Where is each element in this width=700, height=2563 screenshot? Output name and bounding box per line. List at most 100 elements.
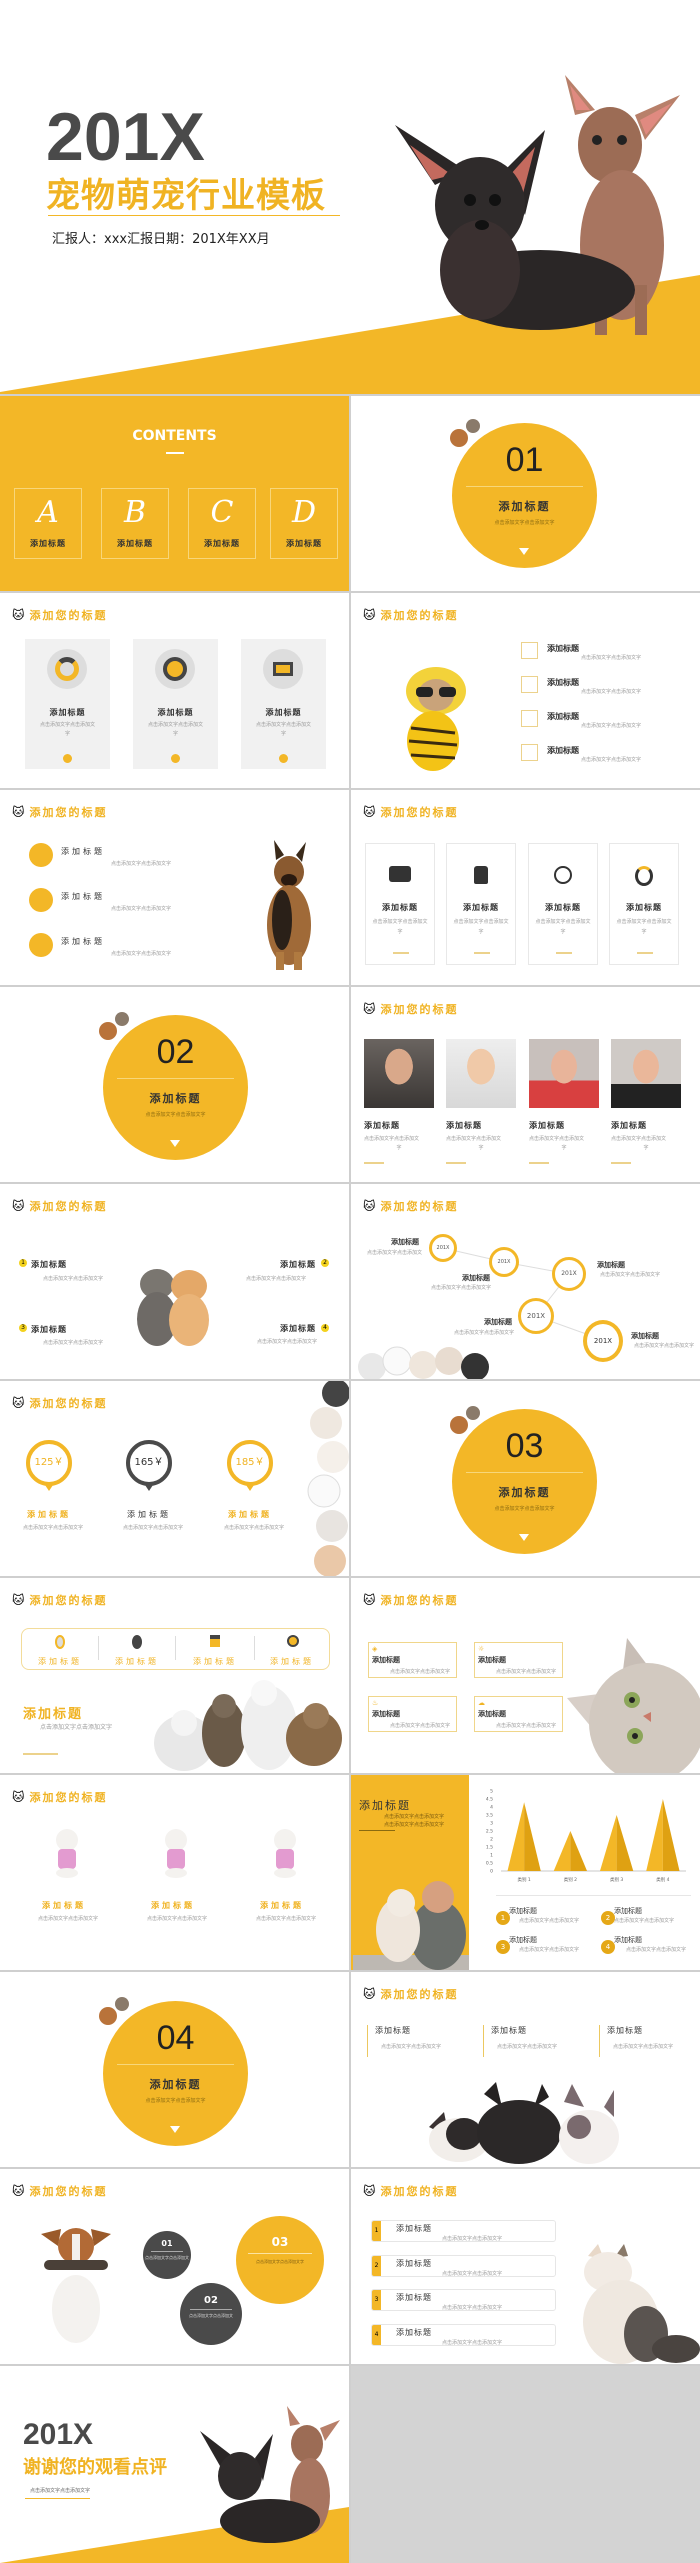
poodle-photo (56, 1829, 78, 1878)
kittens-tabs-slide[interactable]: 🐱 添加您的标题 添加标题 添加标题 添加标题 添加标题 添加标题 点击添加文字点… (0, 1578, 349, 1773)
row-number: 3 (372, 2290, 381, 2310)
slide-title: 添加您的标题 (380, 1003, 459, 1016)
section-number: 04 (156, 2019, 195, 2057)
row-number: 1 (372, 2221, 381, 2241)
chart-slide[interactable]: 添加标题 点击添加文字点击添加文字 点击添加文字点击添加文字 0 0.5 1 1.5 2… (351, 1775, 700, 1970)
card-text: 字 (64, 731, 70, 737)
contents-item-c[interactable]: C 添加标题 (188, 488, 256, 559)
member-text: 字 (478, 1145, 484, 1151)
cat-mascot-icon: 🐱 (363, 1987, 376, 2001)
price-text: 点击添加文字点击添加文字 (224, 1525, 285, 1531)
numbered-list-slide[interactable]: 🐱 添加您的标题 1 添加标题 点击添加文字点击添加文字 2 添加标题 点击添加文… (351, 2169, 700, 2364)
chihuahua-dogs-photo (200, 2406, 340, 2543)
empty-slot (351, 2366, 700, 2563)
shepherd-list-slide[interactable]: 🐱 添加您的标题 添加标题 点击添加文字点击添加文字 添加标题 点击添加文字点击添… (0, 790, 349, 985)
legend-title: 添加标题 (509, 1907, 537, 1915)
play-icon[interactable] (171, 754, 180, 763)
contents-item-d[interactable]: D 添加标题 (270, 488, 338, 559)
timeline-node[interactable]: 201X (429, 1234, 457, 1262)
team-member[interactable]: 添加标题 点击添加文字点击添加文 字 (364, 1039, 434, 1164)
bulldogs-slide[interactable]: 🐱 添加您的标题 添加标题 点击添加文字点击添加文字 添加标题 点击添加文字点击添… (351, 1972, 700, 2167)
timeline-node[interactable]: 201X (518, 1298, 554, 1334)
kittens-four-points-slide[interactable]: 🐱 添加您的标题 1 添加标题 点击添加文字点击添加文字 添加标题 2 点击添加文… (0, 1184, 349, 1379)
bubble-01[interactable]: 01 点击添加文字点击添加文 (143, 2231, 191, 2279)
price-pin[interactable]: 165￥ (126, 1440, 172, 1486)
timeline-node[interactable]: 201X (489, 1247, 519, 1277)
column-item[interactable]: 添加标题 点击添加文字点击添加文字 (483, 2025, 557, 2057)
palette-icon (521, 642, 538, 659)
bubbles-slide[interactable]: 🐱 添加您的标题 01 点击添加文字点击添加文 02 点击添加文字点击添加文 03… (0, 2169, 349, 2364)
section-03-slide[interactable]: 03 添加标题 点击添加文字点击添加文字 (351, 1381, 700, 1576)
dog-list-slide[interactable]: 🐱 添加您的标题 添加标题 点击添加文字点击添加文字 添加标题 点击添加文字点击添… (351, 593, 700, 788)
team-member[interactable]: 添加标题 点击添加文字点击添加文 字 (446, 1039, 516, 1164)
slide-header: 🐱 添加您的标题 (12, 1592, 108, 1608)
persian-cat-photo (583, 2244, 700, 2364)
cat-mascot-icon: 🐱 (12, 2184, 25, 2198)
team-slide[interactable]: 🐱 添加您的标题 添加标题 点击添加文字点击添加文 字 添加标题 点击添加文字点击… (351, 987, 700, 1182)
y-tick-label: 4.5 (486, 1797, 493, 1803)
cover-slide[interactable]: 201X 宠物萌宠行业模板 汇报人：xxx汇报日期：201X年XX月 (0, 0, 700, 394)
list-row[interactable]: 4 添加标题 点击添加文字点击添加文字 (371, 2324, 556, 2346)
pyramid-bar-right (570, 1831, 588, 1871)
list-row[interactable]: 3 添加标题 点击添加文字点击添加文字 (371, 2289, 556, 2311)
info-box[interactable]: ☁ 添加标题 点击添加文字点击添加文字 (474, 1696, 563, 1732)
accent-bar (637, 952, 653, 954)
y-tick-label: 1.5 (486, 1845, 493, 1851)
price-pin[interactable]: 125￥ (26, 1440, 72, 1486)
four-cards-slide[interactable]: 🐱 添加您的标题 添加标题 点击添加文字点击添加文 字 添加标题 点击添加文字点击… (351, 790, 700, 985)
team-member[interactable]: 添加标题 点击添加文字点击添加文 字 (611, 1039, 681, 1164)
info-box[interactable]: ◈ 添加标题 点击添加文字点击添加文字 (368, 1642, 457, 1678)
info-box[interactable]: ☼ 添加标题 点击添加文字点击添加文字 (474, 1642, 563, 1678)
info-box[interactable]: ♨ 添加标题 点击添加文字点击添加文字 (368, 1696, 457, 1732)
pricing-slide[interactable]: 🐱 添加您的标题 125￥ 添加标题 点击添加文字点击添加文字 165￥ 添加标题… (0, 1381, 349, 1576)
divider (190, 2309, 232, 2310)
three-cards-slide[interactable]: 🐱 添加您的标题 添加标题 点击添加文字点击添加文 字 添加标题 点击添加文字点击… (0, 593, 349, 788)
feature-card[interactable]: 添加标题 点击添加文字点击添加文 字 (241, 639, 326, 769)
feature-card[interactable]: 添加标题 点击添加文字点击添加文 字 (365, 843, 435, 965)
contents-item-a[interactable]: A 添加标题 (14, 488, 82, 559)
item-title: 添加标题 (547, 712, 579, 721)
feature-card[interactable]: 添加标题 点击添加文字点击添加文 字 (446, 843, 516, 965)
feature-card[interactable]: 添加标题 点击添加文字点击添加文 字 (133, 639, 218, 769)
search-icon (521, 676, 538, 693)
feature-card[interactable]: 添加标题 点击添加文字点击添加文 字 (609, 843, 679, 965)
divider (151, 2251, 183, 2252)
thank-you-slide[interactable]: 201X 谢谢您的观看点评 点击添加文字点击添加文字 (0, 2366, 349, 2563)
section-04-slide[interactable]: 04 添加标题 点击添加文字点击添加文字 (0, 1972, 349, 2167)
pyramid-bar-left (599, 1815, 617, 1871)
timeline-slide[interactable]: 🐱 添加您的标题 201X 201X 201X 201X 201X 添加标题 点击… (351, 1184, 700, 1379)
dog-in-yellow-costume-photo (406, 667, 466, 771)
bubble-03[interactable]: 03 点击添加文字点击添加文字 (236, 2216, 324, 2304)
feature-title: 添加标题 (23, 1707, 84, 1722)
section-02-slide[interactable]: 02 添加标题 点击添加文字点击添加文字 (0, 987, 349, 1182)
cover-reporter: 汇报人：xxx汇报日期：201X年XX月 (52, 232, 270, 247)
timeline-node[interactable]: 201X (583, 1320, 623, 1362)
contents-underline (166, 452, 184, 454)
bubble-02[interactable]: 02 点击添加文字点击添加文 (180, 2283, 242, 2345)
column-item[interactable]: 添加标题 点击添加文字点击添加文字 (599, 2025, 673, 2057)
column-item[interactable]: 添加标题 点击添加文字点击添加文字 (367, 2025, 441, 2057)
contents-item-b[interactable]: B 添加标题 (101, 488, 169, 559)
play-icon[interactable] (63, 754, 72, 763)
divider (496, 1895, 691, 1896)
section-01-slide[interactable]: 01 添加标题 点击添加文字点击添加文字 (351, 396, 700, 591)
cat-mascot-icon: 🐱 (12, 1593, 25, 1607)
list-row[interactable]: 2 添加标题 点击添加文字点击添加文字 (371, 2255, 556, 2277)
member-name: 添加标题 (446, 1121, 482, 1130)
timeline-node[interactable]: 201X (552, 1257, 586, 1291)
team-member[interactable]: 添加标题 点击添加文字点击添加文 字 (529, 1039, 599, 1164)
price-pin[interactable]: 185￥ (227, 1440, 273, 1486)
play-icon[interactable] (279, 754, 288, 763)
slide-header: 🐱 添加您的标题 (363, 1001, 459, 1017)
document-icon (521, 710, 538, 727)
poodles-slide[interactable]: 🐱 添加您的标题 添加标题 点击添加文字点击添加文字 添加标题 点击添加文字点击添… (0, 1775, 349, 1970)
cat-boxes-slide[interactable]: 🐱 添加您的标题 ◈ 添加标题 点击添加文字点击添加文字 ☼ 添加标题 点击添加文… (351, 1578, 700, 1773)
poodle-title: 添加标题 (151, 1901, 195, 1910)
feature-card[interactable]: 添加标题 点击添加文字点击添加文 字 (25, 639, 110, 769)
list-row[interactable]: 1 添加标题 点击添加文字点击添加文字 (371, 2220, 556, 2242)
price-text: 点击添加文字点击添加文字 (23, 1525, 84, 1531)
item-text: 点击添加文字点击添加文字 (111, 861, 172, 867)
feature-card[interactable]: 添加标题 点击添加文字点击添加文 字 (528, 843, 598, 965)
cat-mascot-icon: 🐱 (363, 1002, 376, 1016)
contents-slide[interactable]: CONTENTS A 添加标题 B 添加标题 C 添加标题 D 添加标题 (0, 396, 349, 591)
